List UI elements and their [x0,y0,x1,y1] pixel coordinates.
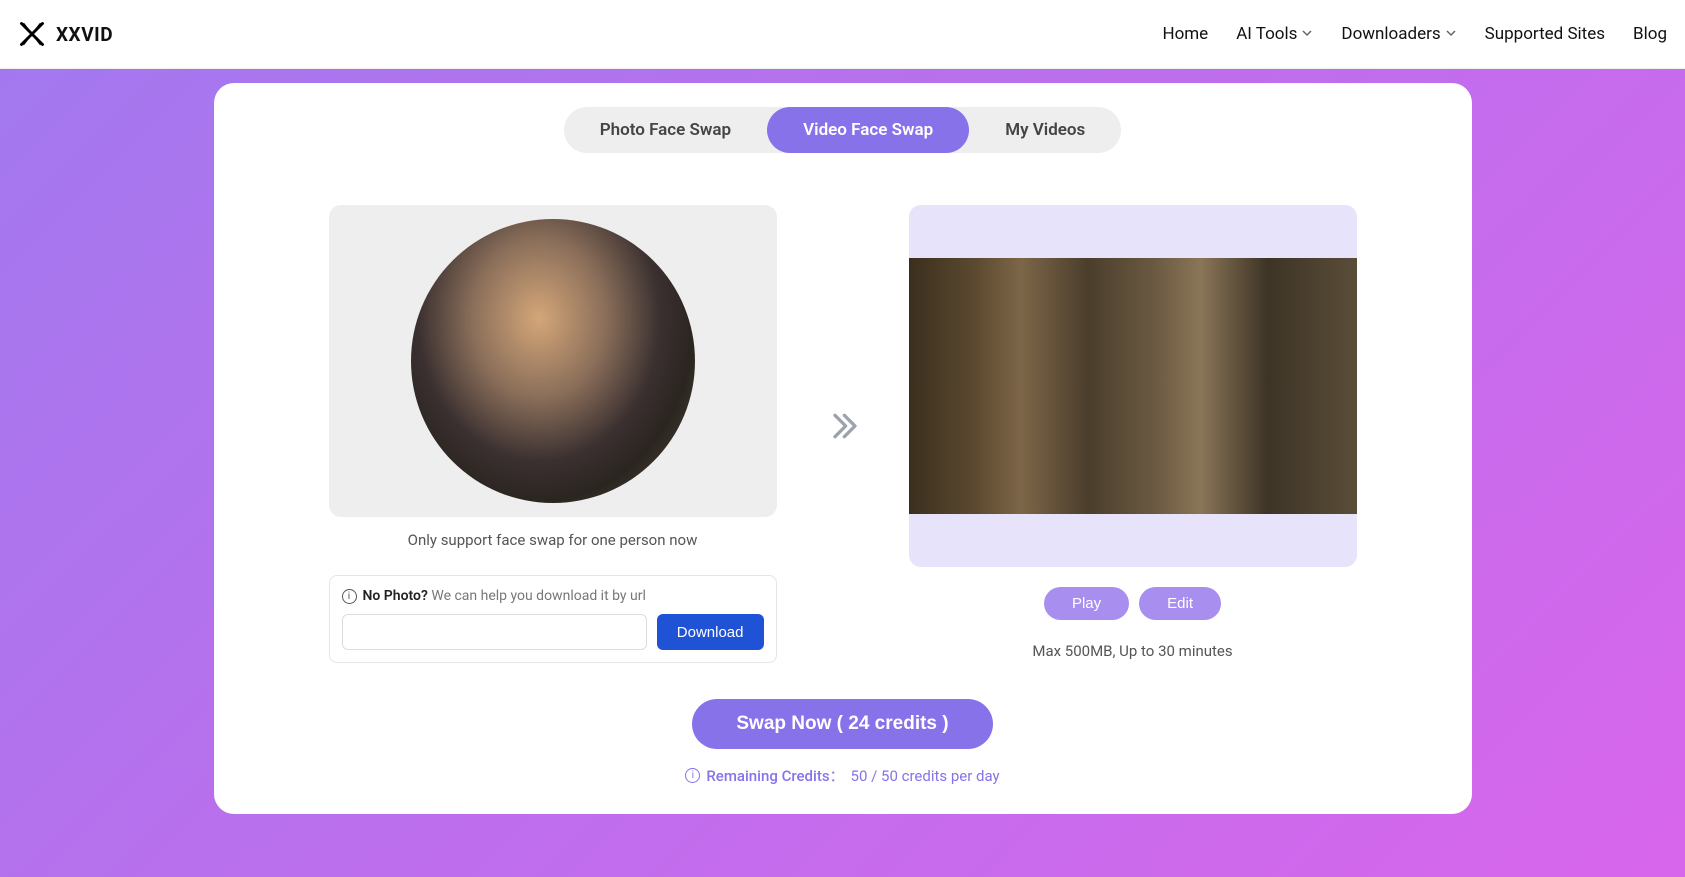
arrow-column [827,205,859,651]
edit-button[interactable]: Edit [1139,587,1221,620]
brand-logo[interactable]: XXVID [18,20,113,48]
tab-video-face-swap[interactable]: Video Face Swap [767,107,969,153]
source-hint: Only support face swap for one person no… [329,531,777,549]
x-icon [18,20,46,48]
url-help-text: i No Photo? We can help you download it … [342,588,764,604]
source-upload-area[interactable] [329,205,777,517]
main-gradient-bg: Photo Face Swap Video Face Swap My Video… [0,69,1685,877]
swap-now-button[interactable]: Swap Now ( 24 credits ) [692,699,992,749]
credits-line: i Remaining Credits： 50 / 50 credits per… [264,765,1422,786]
target-video-preview[interactable] [909,205,1357,567]
source-column: Only support face swap for one person no… [329,205,777,663]
double-arrow-right-icon [827,410,859,446]
tabs-pill: Photo Face Swap Video Face Swap My Video… [564,107,1122,153]
target-column: Play Edit Max 500MB, Up to 30 minutes [909,205,1357,660]
info-icon: i [685,768,700,783]
header: XXVID Home AI Tools Downloaders Supporte… [0,0,1685,69]
target-hint: Max 500MB, Up to 30 minutes [909,642,1357,660]
url-download-box: i No Photo? We can help you download it … [329,575,777,663]
download-button[interactable]: Download [657,614,764,650]
swap-row: Swap Now ( 24 credits ) i Remaining Cred… [264,699,1422,786]
target-video-frame [909,258,1357,514]
nav-home[interactable]: Home [1162,24,1208,44]
url-row: Download [342,614,764,650]
nav-blog[interactable]: Blog [1633,24,1667,44]
info-icon: i [342,589,357,604]
url-input[interactable] [342,614,647,650]
brand-name: XXVID [56,23,113,46]
nav-ai-tools[interactable]: AI Tools [1236,24,1313,44]
tab-my-videos[interactable]: My Videos [969,107,1121,153]
chevron-down-icon [1445,27,1457,42]
nav-supported-sites[interactable]: Supported Sites [1485,24,1605,44]
play-button[interactable]: Play [1044,587,1129,620]
target-actions: Play Edit [909,587,1357,620]
credits-label: Remaining Credits： [706,765,844,786]
source-face-avatar [411,219,695,503]
top-nav: Home AI Tools Downloaders Supported Site… [1162,24,1667,44]
tabs: Photo Face Swap Video Face Swap My Video… [264,107,1422,153]
credits-value: 50 / 50 credits per day [851,767,1000,785]
tab-photo-face-swap[interactable]: Photo Face Swap [564,107,767,153]
nav-downloaders[interactable]: Downloaders [1341,24,1456,44]
main-card: Photo Face Swap Video Face Swap My Video… [214,83,1472,814]
content-row: Only support face swap for one person no… [264,205,1422,663]
chevron-down-icon [1301,27,1313,42]
